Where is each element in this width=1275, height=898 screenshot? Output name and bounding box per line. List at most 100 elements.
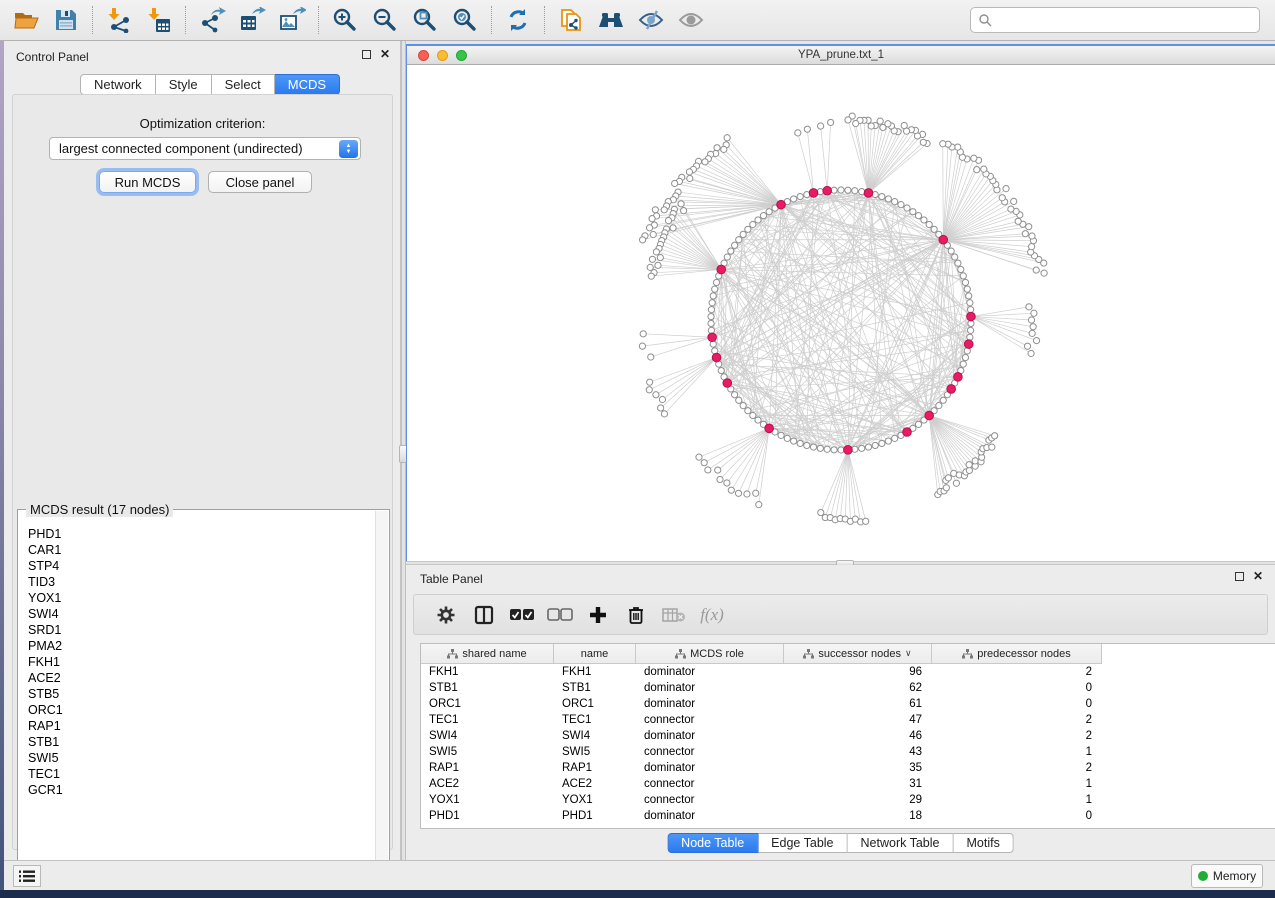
network-node[interactable] bbox=[879, 193, 885, 199]
mcds-result-item[interactable]: ACE2 bbox=[28, 670, 375, 686]
network-node[interactable] bbox=[845, 187, 851, 193]
mcds-hub-node[interactable] bbox=[712, 353, 721, 362]
network-node[interactable] bbox=[784, 435, 790, 441]
network-leaf-node[interactable] bbox=[647, 379, 653, 385]
network-leaf-node[interactable] bbox=[828, 119, 834, 125]
network-node[interactable] bbox=[838, 187, 844, 193]
table-row[interactable]: FKH1FKH1dominator962 bbox=[421, 664, 1275, 680]
network-leaf-node[interactable] bbox=[1029, 330, 1035, 336]
network-node[interactable] bbox=[745, 408, 751, 414]
mcds-hub-node[interactable] bbox=[954, 373, 963, 382]
delete-column-icon[interactable] bbox=[617, 599, 655, 631]
network-node[interactable] bbox=[708, 307, 714, 313]
mcds-result-item[interactable]: GCR1 bbox=[28, 782, 375, 798]
network-leaf-node[interactable] bbox=[795, 130, 801, 136]
network-leaf-node[interactable] bbox=[966, 462, 972, 468]
close-panel-button[interactable]: Close panel bbox=[208, 171, 312, 193]
network-node[interactable] bbox=[931, 226, 937, 232]
network-node[interactable] bbox=[852, 188, 858, 194]
network-node[interactable] bbox=[736, 237, 742, 243]
network-leaf-node[interactable] bbox=[1026, 304, 1032, 310]
network-leaf-node[interactable] bbox=[1033, 337, 1039, 343]
network-node[interactable] bbox=[964, 286, 970, 292]
table-tab-motifs[interactable]: Motifs bbox=[953, 833, 1013, 853]
network-node[interactable] bbox=[728, 248, 734, 254]
network-leaf-node[interactable] bbox=[672, 180, 678, 186]
network-node[interactable] bbox=[817, 445, 823, 451]
run-mcds-button[interactable]: Run MCDS bbox=[99, 171, 196, 193]
network-node[interactable] bbox=[898, 202, 904, 208]
zoom-selected-icon[interactable] bbox=[445, 3, 485, 37]
table-body[interactable]: FKH1FKH1dominator962STB1STB1dominator620… bbox=[421, 664, 1275, 828]
mcds-hub-node[interactable] bbox=[864, 189, 873, 198]
network-leaf-node[interactable] bbox=[945, 475, 951, 481]
network-node[interactable] bbox=[750, 221, 756, 227]
network-leaf-node[interactable] bbox=[868, 123, 874, 129]
network-leaf-node[interactable] bbox=[686, 169, 692, 175]
network-node[interactable] bbox=[885, 196, 891, 202]
mcds-result-item[interactable]: SRD1 bbox=[28, 622, 375, 638]
mcds-hub-node[interactable] bbox=[903, 428, 912, 437]
network-leaf-node[interactable] bbox=[640, 331, 646, 337]
network-node[interactable] bbox=[952, 254, 958, 260]
table-row[interactable]: TEC1TEC1connector472 bbox=[421, 712, 1275, 728]
network-node[interactable] bbox=[718, 367, 724, 373]
network-node[interactable] bbox=[791, 196, 797, 202]
network-leaf-node[interactable] bbox=[650, 231, 656, 237]
network-leaf-node[interactable] bbox=[971, 155, 977, 161]
network-leaf-node[interactable] bbox=[649, 256, 655, 262]
mcds-result-item[interactable]: ORC1 bbox=[28, 702, 375, 718]
network-leaf-node[interactable] bbox=[992, 433, 998, 439]
memory-button[interactable]: Memory bbox=[1191, 864, 1263, 888]
network-leaf-node[interactable] bbox=[853, 120, 859, 126]
mcds-hub-node[interactable] bbox=[777, 200, 786, 209]
mcds-result-item[interactable]: STP4 bbox=[28, 558, 375, 574]
network-leaf-node[interactable] bbox=[1033, 267, 1039, 273]
network-leaf-node[interactable] bbox=[1011, 198, 1017, 204]
mcds-hub-node[interactable] bbox=[765, 424, 774, 433]
network-node[interactable] bbox=[910, 209, 916, 215]
network-leaf-node[interactable] bbox=[818, 123, 824, 129]
tab-style[interactable]: Style bbox=[156, 74, 212, 95]
network-node[interactable] bbox=[745, 226, 751, 232]
export-image-icon[interactable] bbox=[272, 3, 312, 37]
network-node[interactable] bbox=[879, 440, 885, 446]
mcds-result-item[interactable]: STB5 bbox=[28, 686, 375, 702]
table-row[interactable]: SWI4SWI4dominator462 bbox=[421, 728, 1275, 744]
table-row[interactable]: ORC1ORC1dominator610 bbox=[421, 696, 1275, 712]
network-node[interactable] bbox=[915, 421, 921, 427]
network-leaf-node[interactable] bbox=[999, 195, 1005, 201]
mcds-hub-node[interactable] bbox=[809, 189, 818, 198]
save-session-icon[interactable] bbox=[46, 3, 86, 37]
network-leaf-node[interactable] bbox=[753, 490, 759, 496]
network-leaf-node[interactable] bbox=[981, 166, 987, 172]
network-leaf-node[interactable] bbox=[639, 343, 645, 349]
network-leaf-node[interactable] bbox=[678, 201, 684, 207]
close-panel-icon[interactable]: ✕ bbox=[380, 50, 390, 59]
network-node[interactable] bbox=[966, 293, 972, 299]
network-node[interactable] bbox=[872, 442, 878, 448]
network-node[interactable] bbox=[940, 397, 946, 403]
zoom-out-icon[interactable] bbox=[365, 3, 405, 37]
network-leaf-node[interactable] bbox=[943, 485, 949, 491]
mcds-result-item[interactable]: FKH1 bbox=[28, 654, 375, 670]
table-tab-edge-table[interactable]: Edge Table bbox=[758, 833, 847, 853]
network-node[interactable] bbox=[755, 217, 761, 223]
mcds-result-item[interactable]: YOX1 bbox=[28, 590, 375, 606]
mcds-result-scrollbar[interactable] bbox=[375, 511, 388, 878]
mcds-hub-node[interactable] bbox=[964, 340, 973, 349]
import-network-icon[interactable] bbox=[99, 3, 139, 37]
network-node[interactable] bbox=[967, 327, 973, 333]
network-leaf-node[interactable] bbox=[818, 509, 824, 515]
delete-table-icon[interactable] bbox=[655, 599, 693, 631]
network-leaf-node[interactable] bbox=[705, 467, 711, 473]
network-node[interactable] bbox=[962, 354, 968, 360]
network-node[interactable] bbox=[740, 231, 746, 237]
network-leaf-node[interactable] bbox=[661, 411, 667, 417]
network-leaf-node[interactable] bbox=[804, 126, 810, 132]
network-node[interactable] bbox=[732, 242, 738, 248]
network-node[interactable] bbox=[804, 442, 810, 448]
network-leaf-node[interactable] bbox=[717, 476, 723, 482]
network-leaf-node[interactable] bbox=[845, 117, 851, 123]
network-leaf-node[interactable] bbox=[648, 354, 654, 360]
